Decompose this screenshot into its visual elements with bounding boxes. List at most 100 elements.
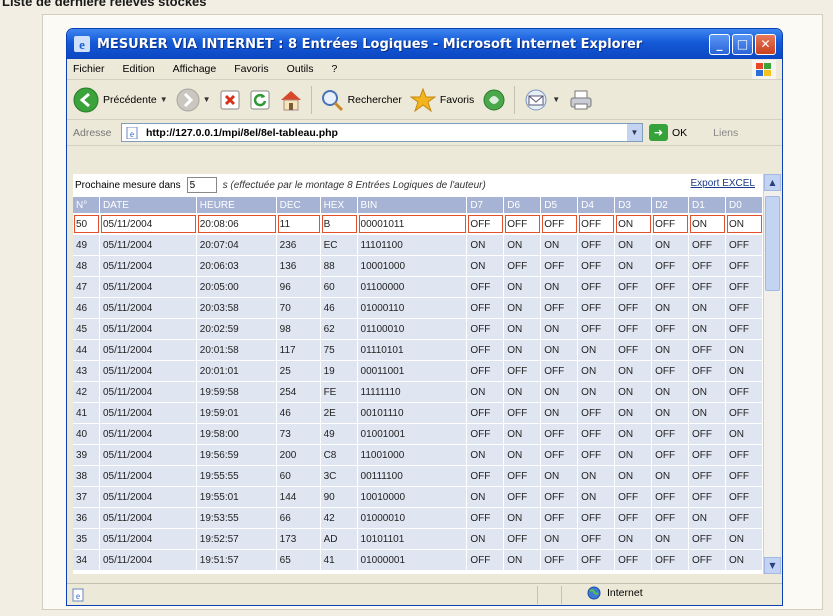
table-cell: 41 [73, 403, 100, 423]
table-cell: 50 [73, 214, 100, 234]
table-cell: OFF [615, 550, 653, 570]
table-cell: 00111100 [357, 466, 468, 486]
table-cell: OFF [652, 256, 690, 276]
windows-flag-icon [752, 60, 776, 79]
table-cell: 05/11/2004 [99, 214, 197, 234]
table-cell: ON [689, 382, 726, 402]
table-cell: OFF [725, 256, 763, 276]
table-cell: OFF [689, 256, 726, 276]
table-cell: 20:03:58 [196, 298, 277, 318]
menu-fichier[interactable]: Fichier [73, 63, 105, 75]
table-cell: 10101101 [357, 529, 468, 549]
column-header: D1 [689, 197, 726, 213]
ie-logo-icon: e [74, 36, 90, 52]
media-button[interactable] [482, 88, 506, 112]
table-cell: OFF [689, 361, 726, 381]
forward-button[interactable]: ▼ [176, 88, 211, 112]
print-button[interactable] [568, 89, 594, 111]
title-bar[interactable]: e MESURER VIA INTERNET : 8 Entrées Logiq… [67, 29, 782, 59]
table-cell: OFF [504, 361, 542, 381]
table-cell: OFF [615, 487, 653, 507]
table-cell: 47 [73, 277, 100, 297]
stop-icon [220, 90, 240, 109]
menu-edition[interactable]: Edition [123, 63, 155, 75]
table-cell: 01000010 [357, 508, 468, 528]
menu-help[interactable]: ? [332, 63, 338, 75]
table-cell: OFF [467, 277, 505, 297]
seconds-input[interactable] [186, 177, 217, 193]
links-button[interactable]: Liens [713, 127, 738, 139]
scroll-thumb[interactable] [765, 196, 780, 291]
vertical-scrollbar[interactable]: ▲ ▼ [763, 174, 781, 574]
table-cell: 88 [320, 256, 358, 276]
table-cell: OFF [615, 298, 653, 318]
address-dropdown-icon[interactable]: ▼ [627, 124, 642, 141]
favorites-button[interactable]: Favoris [409, 87, 474, 112]
table-cell: OFF [652, 550, 690, 570]
table-cell: 136 [276, 256, 321, 276]
browser-window: e MESURER VIA INTERNET : 8 Entrées Logiq… [66, 28, 783, 606]
table-cell: 01000110 [357, 298, 468, 318]
column-header: D3 [615, 197, 653, 213]
table-cell: OFF [689, 340, 726, 360]
table-cell: ON [504, 340, 542, 360]
back-dropdown-icon[interactable]: ▼ [160, 95, 168, 104]
table-cell: 236 [276, 235, 321, 255]
table-cell: 42 [320, 508, 358, 528]
refresh-button[interactable] [249, 89, 271, 111]
minimize-button[interactable]: _ [709, 33, 730, 55]
maximize-button[interactable]: □ [732, 33, 753, 55]
table-cell: OFF [652, 508, 690, 528]
table-cell: OFF [615, 340, 653, 360]
table-cell: ON [689, 298, 726, 318]
table-cell: ON [689, 508, 726, 528]
back-label: Précédente [103, 93, 157, 106]
page-content: Prochaine mesure dans s (effectuée par l… [73, 174, 763, 574]
table-row: 43 05/11/2004 20:01:01 25 19 00011001 OFF OFF OF… [73, 361, 763, 381]
table-cell: 05/11/2004 [99, 403, 197, 423]
table-cell: ON [578, 340, 616, 360]
table-cell: 20:05:00 [196, 277, 277, 297]
scroll-down-icon[interactable]: ▼ [764, 557, 781, 574]
table-cell: 117 [276, 340, 321, 360]
export-excel-link[interactable]: Export EXCEL [691, 178, 755, 189]
menu-outils[interactable]: Outils [287, 63, 314, 75]
table-cell: 90 [320, 487, 358, 507]
menu-favoris[interactable]: Favoris [234, 63, 268, 75]
address-url: http://127.0.0.1/mpi/8el/8el-tableau.php [146, 126, 338, 139]
table-cell: ON [615, 214, 653, 234]
table-cell: ON [652, 403, 690, 423]
table-cell: 05/11/2004 [99, 256, 197, 276]
table-cell: ON [541, 319, 579, 339]
mail-button[interactable]: ▼ [523, 89, 560, 111]
table-cell: EC [320, 235, 358, 255]
mail-dropdown-icon[interactable]: ▼ [552, 95, 560, 104]
go-button[interactable]: ➜ OK [649, 124, 687, 141]
search-icon [321, 89, 343, 111]
home-button[interactable] [279, 89, 303, 111]
search-button[interactable]: Rechercher [320, 88, 402, 112]
column-header: D7 [467, 197, 505, 213]
menu-affichage[interactable]: Affichage [173, 63, 217, 75]
table-cell: OFF [725, 487, 763, 507]
table-cell: 254 [276, 382, 321, 402]
table-cell: ON [689, 319, 726, 339]
close-button[interactable]: ✕ [755, 33, 776, 55]
table-cell: OFF [578, 403, 616, 423]
table-row: 36 05/11/2004 19:53:55 66 42 01000010 OFF ON OFF… [73, 508, 763, 528]
address-input[interactable]: e http://127.0.0.1/mpi/8el/8el-tableau.p… [121, 123, 643, 142]
table-cell: 05/11/2004 [99, 235, 197, 255]
scroll-up-icon[interactable]: ▲ [764, 174, 781, 191]
table-cell: ON [615, 424, 653, 444]
table-cell: OFF [541, 298, 579, 318]
table-cell: 144 [276, 487, 321, 507]
table-cell: ON [725, 550, 763, 570]
table-cell: 19:58:00 [196, 424, 277, 444]
table-cell: 20:07:04 [196, 235, 277, 255]
table-cell: OFF [578, 256, 616, 276]
stop-button[interactable] [219, 89, 241, 111]
table-cell: 49 [320, 424, 358, 444]
back-button[interactable]: Précédente ▼ [73, 87, 168, 113]
forward-dropdown-icon[interactable]: ▼ [203, 95, 211, 104]
table-cell: 05/11/2004 [99, 277, 197, 297]
